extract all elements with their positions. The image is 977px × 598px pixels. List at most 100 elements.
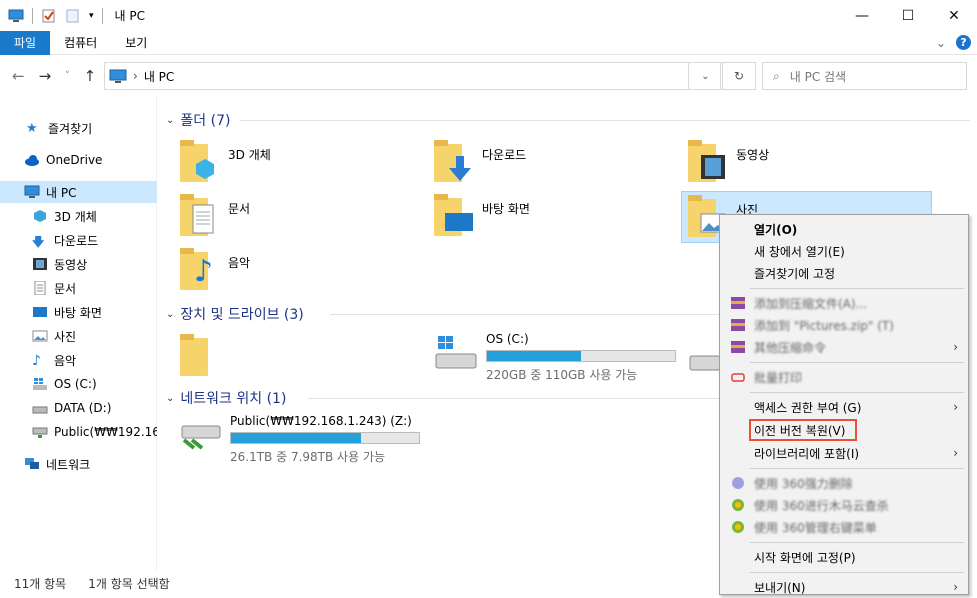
breadcrumb-chevron-icon[interactable]: › [133, 69, 138, 83]
sidebar-item-network[interactable]: 네트워크 [0, 453, 157, 475]
selection-count: 1개 항목 선택함 [88, 576, 170, 591]
folder-tile[interactable]: ♪ 음악 [180, 248, 420, 294]
menu-item-add-zip[interactable]: 添加到 "Pictures.zip" (T) [720, 314, 968, 336]
forward-icon[interactable]: → [39, 67, 52, 85]
tab-computer[interactable]: 컴퓨터 [50, 31, 111, 55]
folder-desktop-icon [434, 194, 478, 242]
drive-usage-bar [486, 350, 676, 362]
sidebar-item-desktop[interactable]: 바탕 화면 [0, 301, 157, 323]
chevron-down-icon[interactable]: ⌄ [936, 36, 946, 50]
menu-item-more-archive[interactable]: 其他压缩命令 › [720, 336, 968, 358]
menu-item-include-library[interactable]: 라이브러리에 포함(I) › [720, 442, 968, 464]
network-drive-tile[interactable]: Public(₩₩192.168.1.243) (Z:) 26.1TB 중 7.… [178, 414, 478, 464]
menu-item-pin-quick-access[interactable]: 즐겨찾기에 고정 [720, 262, 968, 284]
tab-file[interactable]: 파일 [0, 30, 51, 55]
menu-item-open[interactable]: 열기(O) [720, 218, 968, 240]
chevron-right-icon: › [953, 580, 958, 594]
folder-tile[interactable]: 바탕 화면 [434, 194, 674, 240]
refresh-icon[interactable]: ↻ [722, 62, 756, 90]
search-placeholder: 내 PC 검색 [789, 69, 847, 84]
sidebar-item-favorites[interactable]: ★ 즐겨찾기 [0, 117, 157, 139]
document-icon [34, 281, 46, 295]
ribbon-tabs: 파일 컴퓨터 보기 ⌄ ? [0, 30, 977, 55]
sidebar-item-downloads[interactable]: 🡇 다운로드 [0, 229, 157, 251]
menu-item-360-scan[interactable]: 使用 360进行木马云查杀 [720, 494, 968, 516]
sidebar-item-this-pc[interactable]: 내 PC [0, 181, 157, 203]
folder-icon [180, 334, 224, 382]
winrar-icon [731, 297, 745, 309]
close-icon[interactable]: ✕ [931, 0, 977, 31]
pc-icon [109, 69, 127, 83]
sidebar-item-onedrive[interactable]: OneDrive [0, 149, 157, 171]
recent-chevron-icon[interactable]: ˅ [65, 71, 70, 81]
title-bar: ▾ 내 PC — ☐ ✕ [0, 0, 977, 31]
windows-drive-icon [33, 378, 47, 390]
network-drive-usage-bar [230, 432, 420, 444]
sidebar-item-3d-objects[interactable]: 3D 개체 [0, 205, 157, 227]
folder-tile[interactable]: 다운로드 [434, 140, 674, 186]
divider [32, 7, 33, 24]
drive-tile[interactable] [180, 334, 420, 382]
chevron-down-icon: ⌄ [166, 308, 175, 320]
search-input[interactable]: ⌕ 내 PC 검색 [762, 62, 967, 90]
sidebar-item-drive-d[interactable]: DATA (D:) [0, 397, 157, 419]
help-icon[interactable]: ? [956, 35, 971, 50]
context-menu: 열기(O) 새 창에서 열기(E) 즐겨찾기에 고정 添加到压缩文件(A)...… [719, 214, 969, 595]
up-icon[interactable]: ↑ [84, 67, 97, 85]
navigation-bar: ← → ˅ ↑ › 내 PC ⌄ ↻ ⌕ 내 PC 검색 [0, 56, 977, 96]
network-drive-name: Public(₩₩192.168.1.243) (Z:) [230, 414, 412, 428]
new-folder-icon[interactable] [65, 9, 81, 23]
menu-item-give-access[interactable]: 액세스 권한 부여 (G) › [720, 396, 968, 418]
network-icon [25, 458, 39, 469]
drive-d-icon[interactable] [688, 346, 722, 376]
sidebar-item-documents[interactable]: 문서 [0, 277, 157, 299]
back-icon[interactable]: ← [12, 67, 25, 85]
menu-item-360-manage[interactable]: 使用 360管理右键菜单 [720, 516, 968, 538]
pc-icon[interactable] [8, 9, 24, 23]
address-bar[interactable]: › 내 PC [104, 62, 721, 90]
windows-drive-icon [435, 336, 477, 369]
menu-separator [750, 468, 964, 469]
sidebar-item-pictures[interactable]: 사진 [0, 325, 157, 347]
sidebar-item-music[interactable]: ♪ 음악 [0, 349, 157, 371]
minimize-icon[interactable]: — [839, 0, 885, 31]
folder-downloads-icon [434, 140, 478, 188]
window-title: 내 PC [114, 9, 146, 23]
sidebar-item-drive-c[interactable]: OS (C:) [0, 373, 157, 395]
folder-tile[interactable]: 문서 [180, 194, 420, 240]
printer-icon [731, 373, 745, 382]
maximize-icon[interactable]: ☐ [885, 0, 931, 31]
network-drive-space-text: 26.1TB 중 7.98TB 사용 가능 [230, 450, 386, 464]
drive-tile-c[interactable]: OS (C:) 220GB 중 110GB 사용 가능 [434, 332, 694, 382]
sidebar-item-videos[interactable]: 동영상 [0, 253, 157, 275]
properties-icon[interactable] [41, 9, 57, 23]
folders-group-header[interactable]: ⌄ 폴더 (7) [166, 110, 230, 130]
music-icon: ♪ [32, 353, 41, 369]
item-count: 11개 항목 [14, 576, 67, 591]
chevron-down-icon: ⌄ [166, 392, 175, 404]
breadcrumb[interactable]: 내 PC [144, 68, 174, 85]
chevron-down-icon: ⌄ [166, 114, 175, 126]
pc-icon [24, 185, 40, 198]
menu-item-360-shred[interactable]: 使用 360强力删除 [720, 472, 968, 494]
menu-item-batch-print[interactable]: 批量打印 [720, 366, 968, 388]
folder-tile[interactable]: 3D 개체 [180, 140, 420, 186]
picture-icon [32, 330, 48, 342]
devices-group-header[interactable]: ⌄ 장치 및 드라이브 (3) [166, 304, 304, 324]
menu-separator [750, 288, 964, 289]
folder-tile[interactable]: 동영상 [688, 140, 928, 186]
menu-item-pin-start[interactable]: 시작 화면에 고정(P) [720, 546, 968, 568]
tab-view[interactable]: 보기 [111, 31, 161, 55]
sidebar-item-network-drive[interactable]: Public(₩₩192.168. [0, 421, 157, 443]
winrar-icon [731, 341, 745, 353]
chevron-right-icon: › [953, 446, 958, 460]
chevron-right-icon: › [953, 400, 958, 414]
divider [101, 7, 103, 24]
address-dropdown-icon[interactable]: ⌄ [688, 62, 722, 90]
window-controls: — ☐ ✕ [839, 0, 977, 31]
menu-item-open-new-window[interactable]: 새 창에서 열기(E) [720, 240, 968, 262]
network-group-header[interactable]: ⌄ 네트워크 위치 (1) [166, 388, 286, 408]
winrar-icon [731, 319, 745, 331]
chevron-down-icon[interactable]: ▾ [89, 11, 94, 21]
menu-item-add-archive[interactable]: 添加到压缩文件(A)... [720, 292, 968, 314]
